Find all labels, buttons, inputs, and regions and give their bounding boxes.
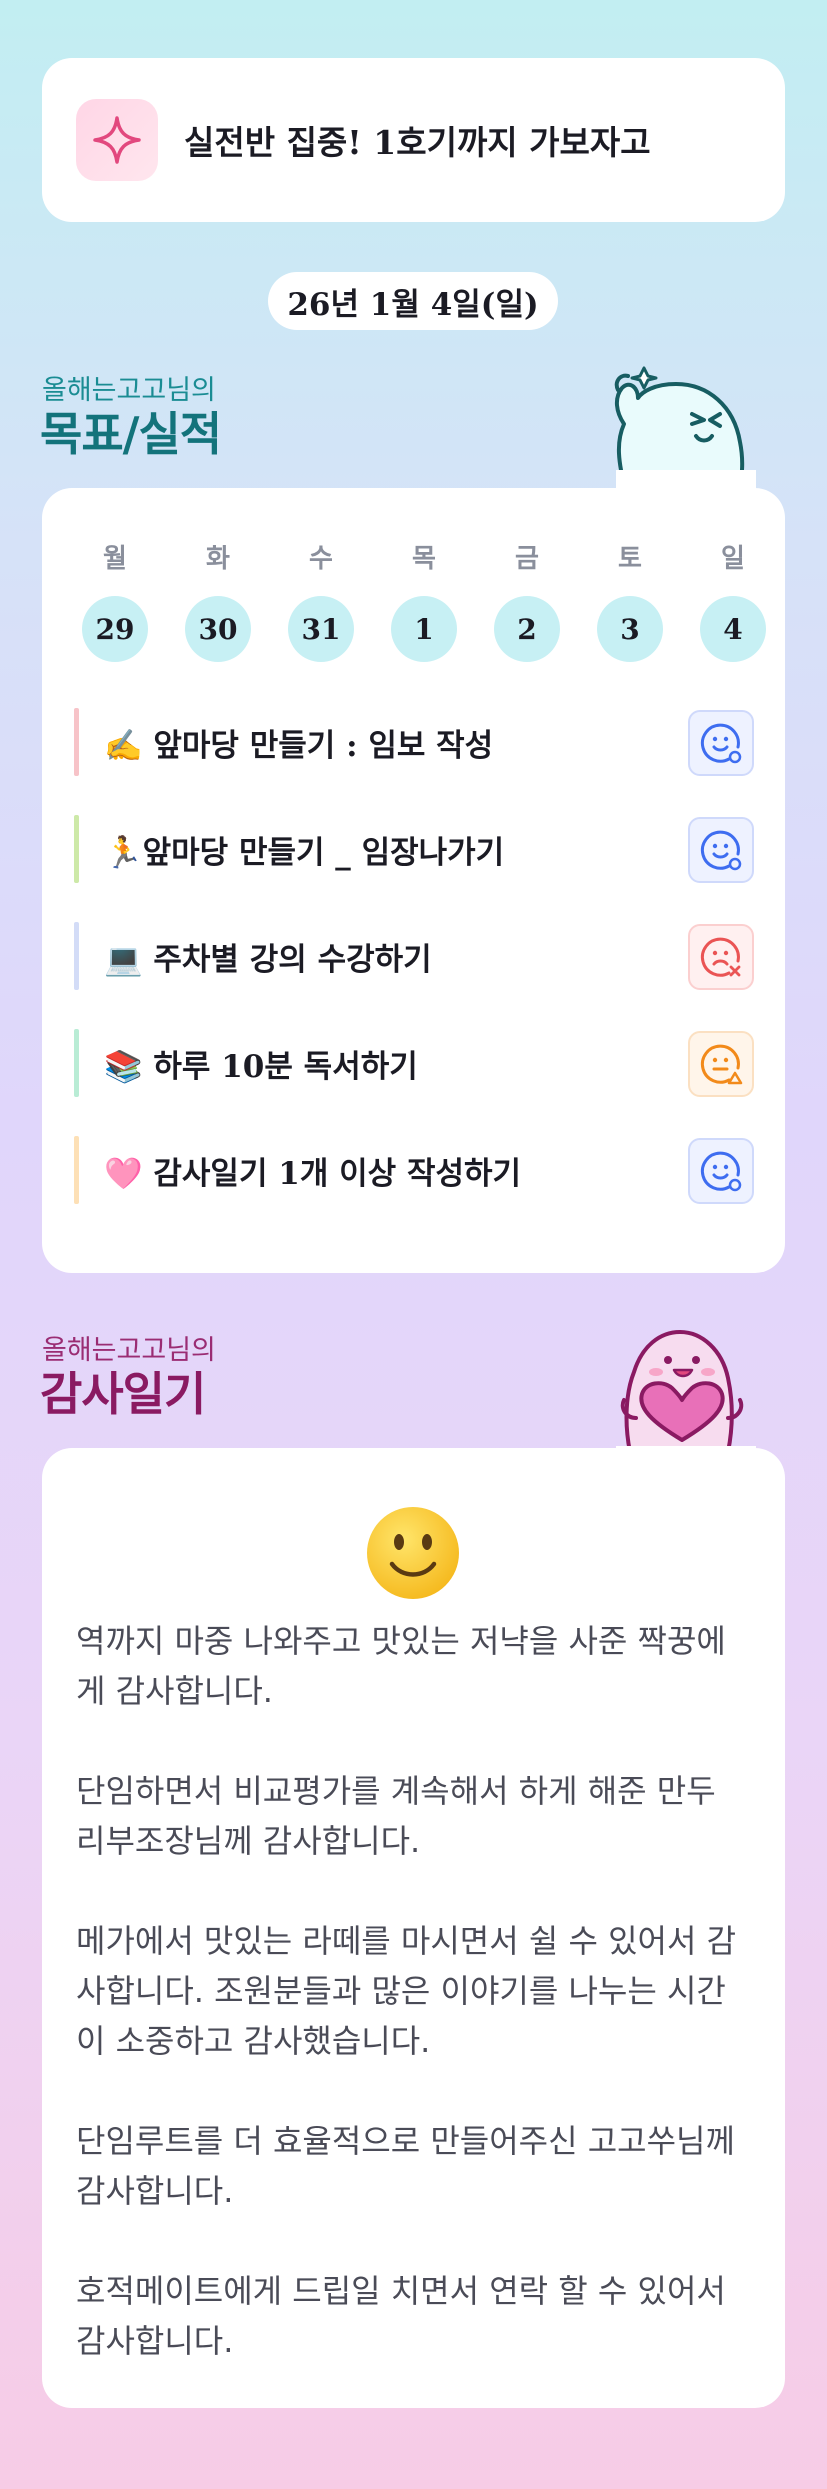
- status-neutral-warning-icon[interactable]: [688, 1031, 754, 1097]
- journal-line: 단임루트를 더 효율적으로 만들어주신 고고쑤님께: [76, 2122, 735, 2160]
- journal-line: 사합니다. 조원분들과 많은 이야기를 나누는 시간: [76, 1972, 726, 2010]
- journal-entry: 메가에서 맛있는 라떼를 마시면서 쉴 수 있어서 감 사합니다. 조원분들과 …: [76, 1916, 766, 2066]
- day-date[interactable]: 1: [391, 596, 457, 662]
- task-label: 🩷 감사일기 1개 이상 작성하기: [104, 1155, 522, 1192]
- task-item[interactable]: 💻 주차별 강의 수강하기: [74, 922, 754, 990]
- journal-entry: 단임하면서 비교평가를 계속해서 하게 해준 만두 리부조장님께 감사합니다.: [76, 1766, 766, 1866]
- gratitude-journal-card: 역까지 마중 나와주고 맛있는 저냑을 사준 짝꿍에 게 감사합니다. 단임하면…: [42, 1448, 785, 2408]
- banner-text: 실전반 집중! 1호기까지 가보자고: [184, 123, 651, 162]
- day-name: 금: [515, 544, 539, 574]
- day-name: 화: [206, 544, 230, 574]
- task-label: 🏃앞마당 만들기 _ 임장나가기: [104, 834, 505, 871]
- task-item[interactable]: 🩷 감사일기 1개 이상 작성하기: [74, 1136, 754, 1204]
- journal-entry: 호적메이트에게 드립일 치면서 연락 할 수 있어서 감사합니다.: [76, 2266, 766, 2366]
- journal-line: 메가에서 맛있는 라떼를 마시면서 쉴 수 있어서 감: [76, 1922, 737, 1960]
- task-color-bar: [74, 815, 79, 883]
- task-label: ✍️ 앞마당 만들기 : 임보 작성: [104, 727, 494, 764]
- task-color-bar: [74, 1136, 79, 1204]
- date-label: 26년 1월 4일(일): [268, 272, 558, 330]
- task-label: 📚 하루 10분 독서하기: [104, 1048, 418, 1085]
- journal-line: 게 감사합니다.: [76, 1672, 273, 1710]
- smiley-face-icon: [367, 1507, 459, 1599]
- journal-entry: 역까지 마중 나와주고 맛있는 저냑을 사준 짝꿍에 게 감사합니다.: [76, 1616, 766, 1716]
- task-item[interactable]: 🏃앞마당 만들기 _ 임장나가기: [74, 815, 754, 883]
- task-color-bar: [74, 708, 79, 776]
- day-name: 목: [412, 544, 436, 574]
- day-date[interactable]: 31: [288, 596, 354, 662]
- goal-banner: 실전반 집중! 1호기까지 가보자고: [42, 58, 785, 222]
- task-color-bar: [74, 1029, 79, 1097]
- status-smile-check-icon[interactable]: [688, 817, 754, 883]
- day-date[interactable]: 3: [597, 596, 663, 662]
- day-name: 수: [309, 544, 333, 574]
- sparkle-icon: [76, 99, 158, 181]
- journal-line: 감사합니다.: [76, 2322, 234, 2360]
- task-item[interactable]: 📚 하루 10분 독서하기: [74, 1029, 754, 1097]
- day-date[interactable]: 2: [494, 596, 560, 662]
- journal-line: 역까지 마중 나와주고 맛있는 저냑을 사준 짝꿍에: [76, 1622, 726, 1660]
- journal-line: 리부조장님께 감사합니다.: [76, 1822, 421, 1860]
- status-smile-check-icon[interactable]: [688, 1138, 754, 1204]
- status-sad-x-icon[interactable]: [688, 924, 754, 990]
- goals-title: 목표/실적: [40, 407, 222, 461]
- journal-line: 단임하면서 비교평가를 계속해서 하게 해준 만두: [76, 1772, 716, 1810]
- day-date[interactable]: 29: [82, 596, 148, 662]
- journal-line: 감사합니다.: [76, 2172, 234, 2210]
- heart-mascot-icon: [616, 1330, 756, 1452]
- task-color-bar: [74, 922, 79, 990]
- task-label: 💻 주차별 강의 수강하기: [104, 941, 432, 978]
- journal-title: 감사일기: [40, 1367, 206, 1421]
- status-smile-check-icon[interactable]: [688, 710, 754, 776]
- waving-mascot-icon: [614, 366, 756, 492]
- task-item[interactable]: ✍️ 앞마당 만들기 : 임보 작성: [74, 708, 754, 776]
- journal-line: 이 소중하고 감사했습니다.: [76, 2022, 431, 2060]
- day-name: 일: [721, 544, 745, 574]
- day-name: 월: [103, 544, 127, 574]
- day-date[interactable]: 4: [700, 596, 766, 662]
- day-date[interactable]: 30: [185, 596, 251, 662]
- goals-card: 월 화 수 목 금 토 일 29 30 31 1 2 3 4 ✍️ 앞마당 만들…: [42, 488, 785, 1273]
- journal-entry: 단임루트를 더 효율적으로 만들어주신 고고쑤님께 감사합니다.: [76, 2116, 766, 2216]
- journal-line: 호적메이트에게 드립일 치면서 연락 할 수 있어서: [76, 2272, 726, 2310]
- day-name: 토: [618, 544, 642, 574]
